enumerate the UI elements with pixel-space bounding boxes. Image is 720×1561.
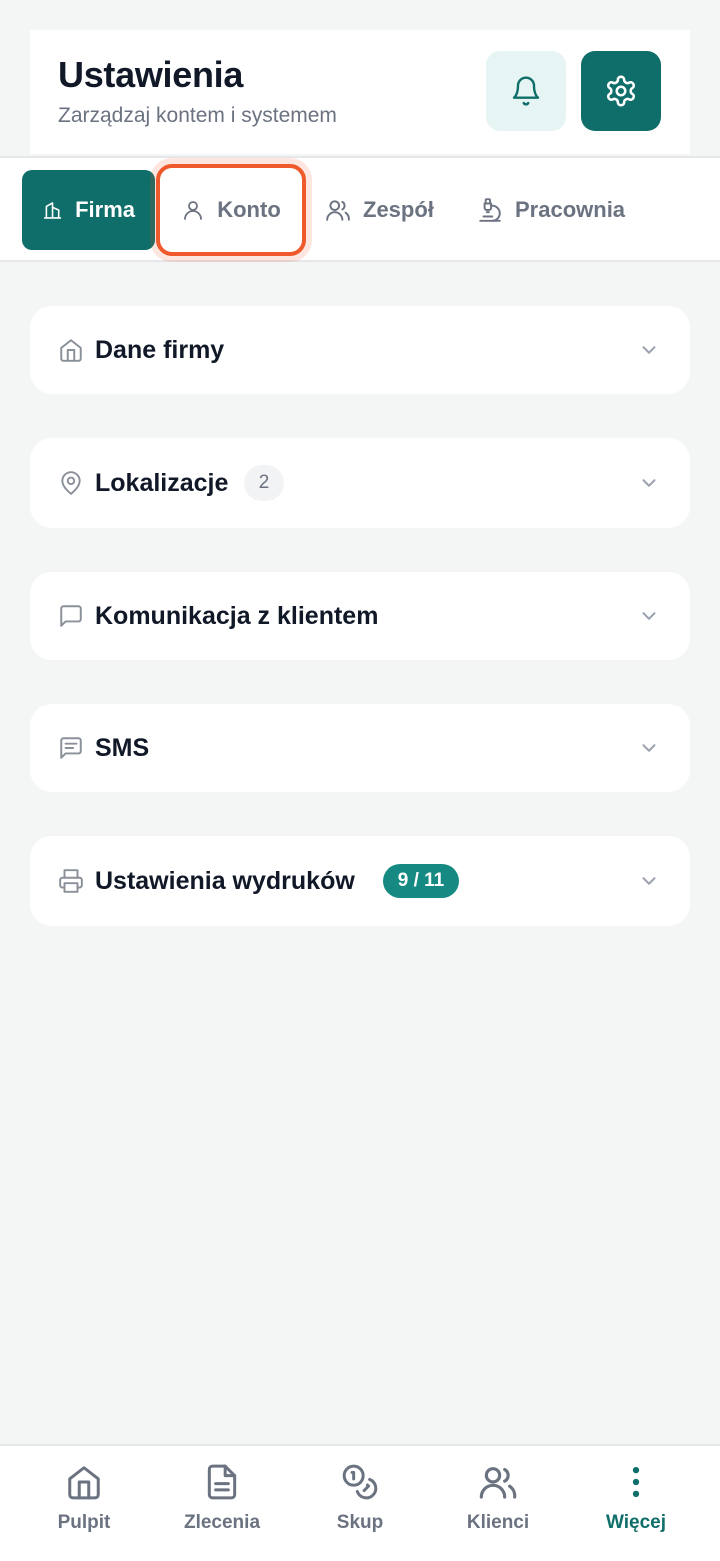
home-icon <box>64 1462 104 1502</box>
nav-label: Więcej <box>605 1512 667 1533</box>
section-wydruki[interactable]: Ustawienia wydruków 9 / 11 <box>30 836 690 926</box>
page-title: Ustawienia <box>58 54 244 95</box>
printer-icon <box>58 868 84 894</box>
chevron-down-icon <box>638 472 660 494</box>
building-icon <box>43 202 62 219</box>
page-subtitle: Zarządzaj kontem i systemem <box>58 104 337 127</box>
chevron-down-icon <box>638 339 660 361</box>
chevron-down-icon <box>638 605 660 627</box>
nav-zlecenia[interactable]: Zlecenia <box>152 1462 292 1552</box>
status-badge: 9 / 11 <box>383 864 459 898</box>
tab-konto-label: Konto <box>217 197 281 222</box>
chevron-down-icon <box>638 870 660 892</box>
home-icon <box>58 337 84 363</box>
section-dane-firmy[interactable]: Dane firmy <box>30 306 690 394</box>
message-icon <box>58 603 84 629</box>
bell-icon <box>512 76 540 106</box>
document-icon <box>202 1462 242 1502</box>
map-pin-icon <box>58 470 84 496</box>
more-vertical-icon <box>616 1462 656 1502</box>
page-header: Ustawienia Zarządzaj kontem i systemem <box>30 30 690 154</box>
tab-pracownia[interactable]: Pracownia <box>457 170 645 250</box>
users-icon <box>478 1462 518 1502</box>
section-title: Ustawienia wydruków <box>95 866 355 895</box>
nav-label: Skup <box>336 1512 384 1533</box>
chevron-down-icon <box>638 737 660 759</box>
tab-firma[interactable]: Firma <box>22 170 155 250</box>
nav-wiecej[interactable]: Więcej <box>566 1462 706 1552</box>
users-icon <box>326 200 350 221</box>
coins-icon <box>340 1462 380 1502</box>
settings-page: Ustawienia Zarządzaj kontem i systemem F… <box>0 0 720 1561</box>
tab-zespol[interactable]: Zespół <box>305 170 454 250</box>
nav-label: Pulpit <box>57 1512 111 1533</box>
section-title: Lokalizacje <box>95 468 229 497</box>
microscope-icon <box>479 198 501 222</box>
message-lines-icon <box>58 735 84 761</box>
nav-label: Zlecenia <box>183 1512 261 1533</box>
section-title: Dane firmy <box>95 335 225 364</box>
tab-pracownia-label: Pracownia <box>515 197 626 222</box>
bottom-nav: Pulpit Zlecenia Skup Klienci Więcej <box>0 1444 720 1561</box>
user-icon <box>184 201 203 220</box>
nav-label: Klienci <box>466 1512 530 1533</box>
section-lokalizacje[interactable]: Lokalizacje 2 <box>30 438 690 528</box>
tab-zespol-label: Zespół <box>363 197 434 222</box>
nav-skup[interactable]: Skup <box>290 1462 430 1552</box>
section-sms[interactable]: SMS <box>30 704 690 792</box>
settings-button[interactable] <box>581 51 661 131</box>
nav-klienci[interactable]: Klienci <box>428 1462 568 1552</box>
tab-firma-label: Firma <box>75 197 135 222</box>
notifications-button[interactable] <box>486 51 566 131</box>
gear-icon <box>606 75 636 107</box>
nav-pulpit[interactable]: Pulpit <box>14 1462 154 1552</box>
tab-konto[interactable]: Konto <box>156 164 306 256</box>
section-title: Komunikacja z klientem <box>95 601 379 630</box>
count-badge: 2 <box>244 465 284 501</box>
settings-tabs: Firma Konto Zespół Pracownia <box>0 156 720 262</box>
section-komunikacja[interactable]: Komunikacja z klientem <box>30 572 690 660</box>
section-title: SMS <box>95 733 150 762</box>
